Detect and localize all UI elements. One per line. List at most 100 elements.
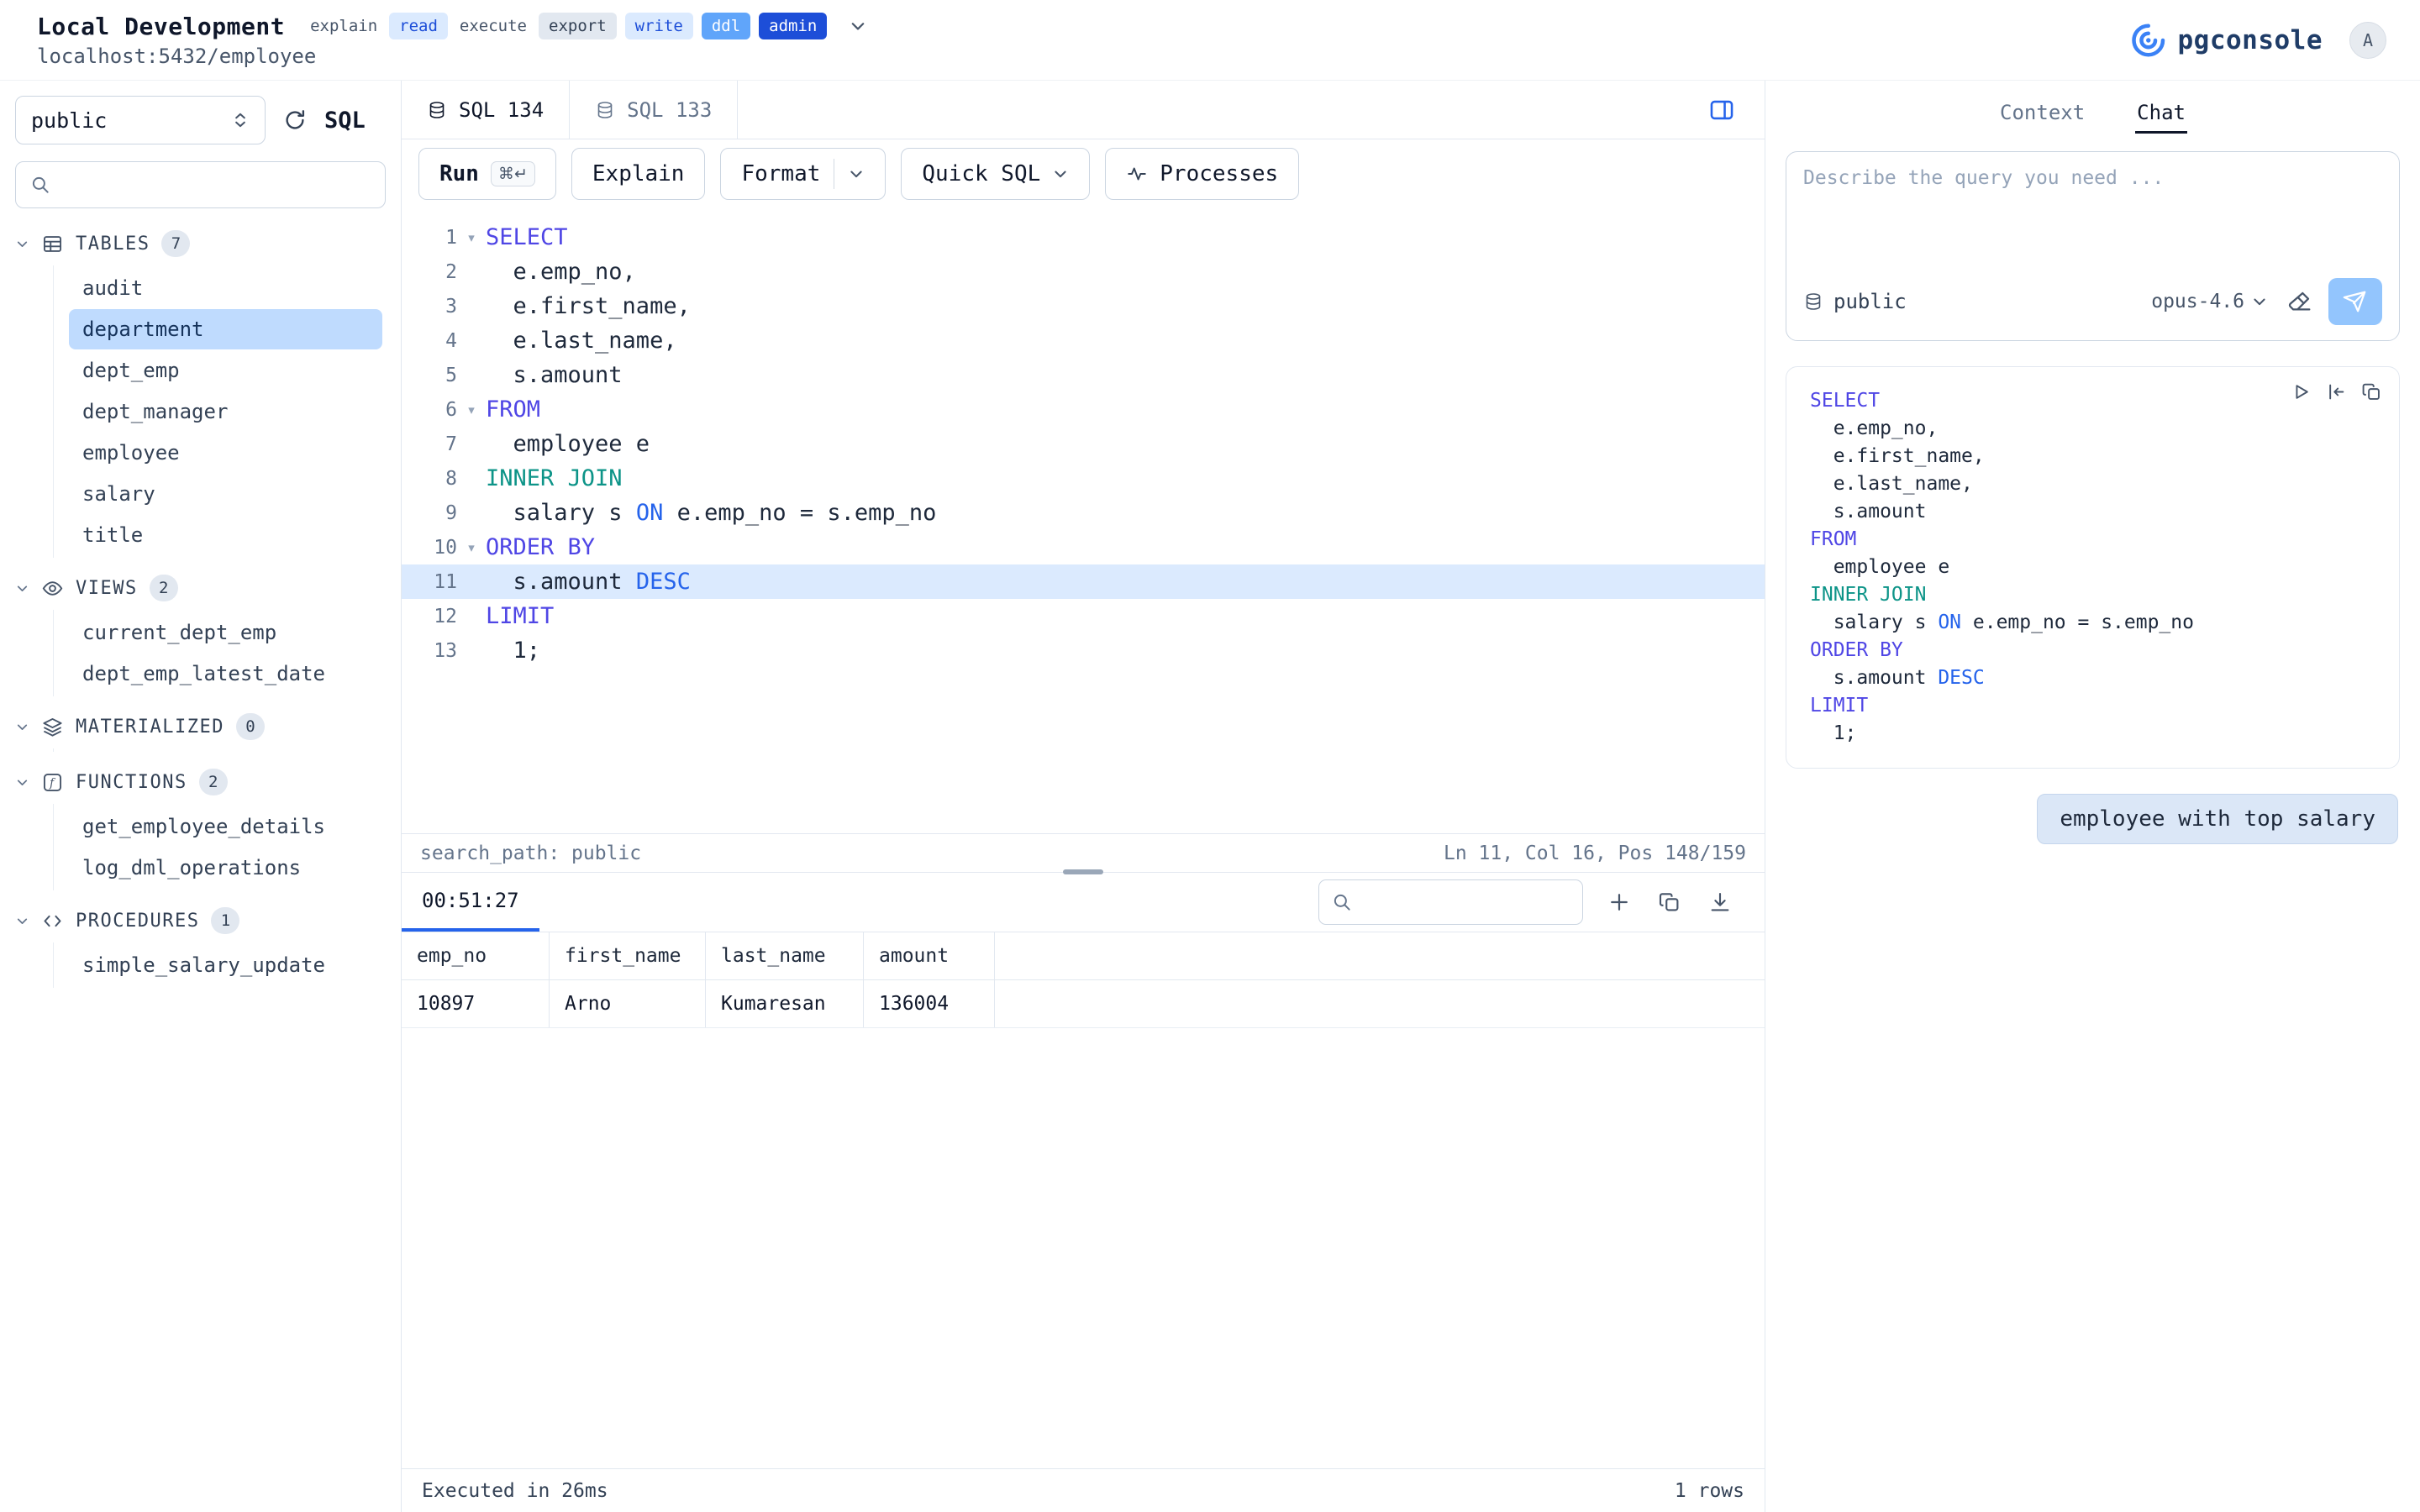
editor-tab-sql-133[interactable]: SQL 133 [570,81,738,139]
chevron-down-icon[interactable] [15,720,29,734]
schema-sidebar: public SQL TABLES7auditdepartmentdept_em… [0,81,402,1512]
result-tab[interactable]: 00:51:27 [402,873,539,932]
quick-sql-button[interactable]: Quick SQL [901,148,1090,200]
editor-line-3[interactable]: 3 e.first_name, [402,289,1765,323]
tree-section-materialized[interactable]: MATERIALIZED0 [0,705,401,748]
badge-write[interactable]: write [625,13,693,39]
sidebar-item-get_employee_details[interactable]: get_employee_details [69,806,382,847]
tab-chat[interactable]: Chat [2135,94,2187,134]
fold-icon[interactable]: ▾ [457,540,486,555]
editor-line-7[interactable]: 7 employee e [402,427,1765,461]
tree-section-views[interactable]: VIEWS2 [0,566,401,610]
editor-line-13[interactable]: 13 1; [402,633,1765,668]
cell-filler [995,980,1765,1027]
table-cell: 10897 [402,980,550,1027]
layers-icon [41,716,64,738]
tree-section-tables[interactable]: TABLES7 [0,222,401,265]
copy-icon[interactable] [1655,888,1684,916]
chevron-down-icon[interactable] [15,237,29,251]
sidebar-item-log_dml_operations[interactable]: log_dml_operations [69,848,382,888]
editor-line-12[interactable]: 12LIMIT [402,599,1765,633]
assistant-code-block: SELECT e.emp_no, e.first_name, e.last_na… [1786,366,2400,769]
editor-line-9[interactable]: 9 salary s ON e.emp_no = s.emp_no [402,496,1765,530]
format-button[interactable]: Format [720,148,886,200]
badge-explain[interactable]: explain [307,13,381,39]
eraser-icon[interactable] [2286,288,2313,315]
chevron-down-icon[interactable] [848,165,865,182]
tree-section-procedures[interactable]: PROCEDURES1 [0,899,401,942]
badge-ddl[interactable]: ddl [702,13,750,39]
sidebar-item-employee[interactable]: employee [69,433,382,473]
fold-icon[interactable]: ▾ [457,230,486,245]
chevron-down-icon[interactable] [849,17,867,35]
download-icon[interactable] [1706,888,1734,916]
editor-line-5[interactable]: 5 s.amount [402,358,1765,392]
code-text: s.amount [486,362,623,388]
explain-label: Explain [592,161,685,186]
assistant-code-line: ORDER BY [1810,637,2375,664]
tree-section-functions[interactable]: fFUNCTIONS2 [0,760,401,804]
composer-database[interactable]: public [1833,290,1907,313]
send-button[interactable] [2328,278,2382,325]
count-badge: 2 [150,575,178,601]
assistant-tabs: Context Chat [1765,81,2420,146]
chevron-down-icon[interactable] [15,581,29,596]
editor-line-8[interactable]: 8INNER JOIN [402,461,1765,496]
editor-tab-sql-134[interactable]: SQL 134 [402,81,570,139]
badge-export[interactable]: export [539,13,617,39]
model-select[interactable]: opus-4.6 [2151,291,2268,312]
run-button[interactable]: Run ⌘↵ [418,148,556,200]
column-header-emp_no[interactable]: emp_no [402,932,550,979]
badge-admin[interactable]: admin [759,13,827,39]
editor-line-11[interactable]: 11 s.amount DESC [402,564,1765,599]
results-search-input[interactable] [1318,879,1583,925]
column-header-last_name[interactable]: last_name [706,932,864,979]
sidebar-item-salary[interactable]: salary [69,474,382,514]
badge-read[interactable]: read [389,13,448,39]
chevron-down-icon[interactable] [15,775,29,790]
assistant-code-line: e.first_name, [1810,443,2375,470]
sidebar-item-dept_emp[interactable]: dept_emp [69,350,382,391]
editor-tabstrip: SQL 134SQL 133 [402,81,1765,139]
avatar[interactable]: A [2349,22,2386,59]
editor-line-10[interactable]: 10▾ORDER BY [402,530,1765,564]
table-cell: 136004 [864,980,995,1027]
refresh-icon[interactable] [282,108,308,133]
sql-editor[interactable]: 1▾SELECT2 e.emp_no,3 e.first_name,4 e.la… [402,208,1765,833]
sidebar-search-input[interactable] [15,161,386,208]
column-header-amount[interactable]: amount [864,932,995,979]
sidebar-item-dept_emp_latest_date[interactable]: dept_emp_latest_date [69,654,382,694]
line-number: 4 [402,330,457,352]
column-filler [995,932,1765,979]
sidebar-item-audit[interactable]: audit [69,268,382,308]
copy-icon[interactable] [2359,379,2384,404]
editor-line-2[interactable]: 2 e.emp_no, [402,255,1765,289]
sidebar-item-dept_manager[interactable]: dept_manager [69,391,382,432]
fold-icon[interactable]: ▾ [457,402,486,417]
add-icon[interactable] [1605,888,1634,916]
table-row[interactable]: 10897ArnoKumaresan136004 [402,980,1765,1028]
editor-line-1[interactable]: 1▾SELECT [402,220,1765,255]
editor-line-4[interactable]: 4 e.last_name, [402,323,1765,358]
explain-button[interactable]: Explain [571,148,706,200]
editor-tabs: SQL 134SQL 133 [402,81,738,139]
tab-context[interactable]: Context [1998,94,2086,134]
chevron-down-icon[interactable] [15,914,29,928]
schema-select[interactable]: public [15,96,266,144]
insert-to-editor-icon[interactable] [2323,379,2349,404]
badge-execute[interactable]: execute [456,13,530,39]
run-snippet-icon[interactable] [2288,379,2313,404]
chat-input[interactable] [1803,167,2382,278]
sidebar-item-department[interactable]: department [69,309,382,349]
editor-line-6[interactable]: 6▾FROM [402,392,1765,427]
sidebar-item-simple_salary_update[interactable]: simple_salary_update [69,945,382,985]
resize-handle[interactable] [1063,869,1103,874]
processes-button[interactable]: Processes [1105,148,1299,200]
format-label: Format [741,161,820,186]
column-header-first_name[interactable]: first_name [550,932,706,979]
code-text: e.emp_no, [486,259,636,285]
sidebar-item-title[interactable]: title [69,515,382,555]
sidebar-item-current_dept_emp[interactable]: current_dept_emp [69,612,382,653]
code-lines: 1▾SELECT2 e.emp_no,3 e.first_name,4 e.la… [402,220,1765,668]
split-panel-icon[interactable] [1679,81,1765,139]
